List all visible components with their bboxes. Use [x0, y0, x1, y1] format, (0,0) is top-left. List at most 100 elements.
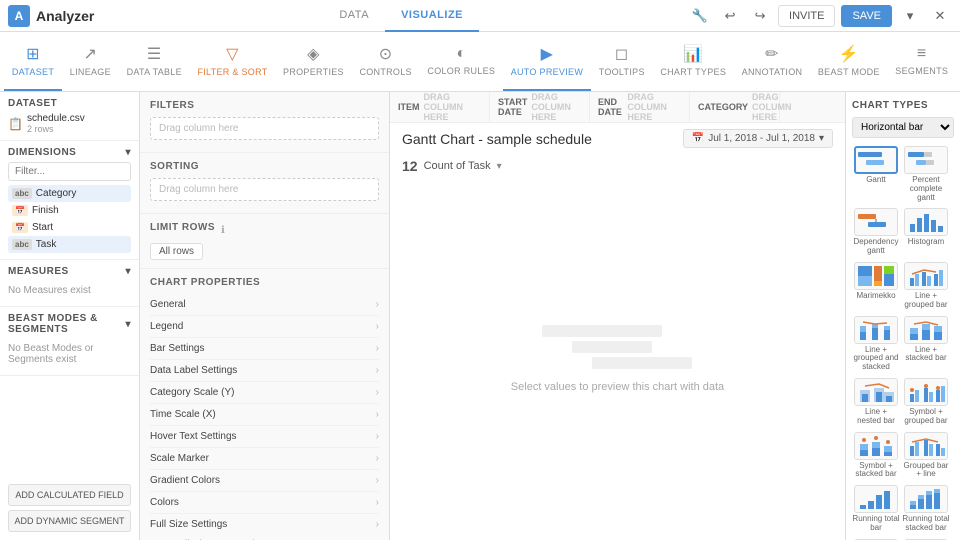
- chart-prop-category-scale[interactable]: Category Scale (Y) ›: [150, 382, 379, 404]
- chart-prop-full-size[interactable]: Full Size Settings ›: [150, 514, 379, 535]
- count-number: 12: [402, 158, 418, 174]
- tooltips-icon: ◻: [615, 44, 629, 64]
- toolbar-lineage[interactable]: ↗ LINEAGE: [62, 33, 119, 91]
- chart-prop-data-label[interactable]: Data Label Settings ›: [150, 360, 379, 382]
- filters-drop-zone[interactable]: Drag column here: [150, 117, 379, 140]
- chart-type-symbol-grouped-bar[interactable]: Symbol + grouped bar: [902, 378, 950, 426]
- app-title: Analyzer: [36, 8, 94, 24]
- close-icon[interactable]: ✕: [928, 4, 952, 28]
- dim-label-task: Task: [36, 239, 57, 250]
- chart-prop-colors[interactable]: Colors ›: [150, 492, 379, 514]
- chart-prop-legend[interactable]: Legend ›: [150, 316, 379, 338]
- calendar-icon: 📅: [692, 133, 704, 144]
- chart-type-marimekko[interactable]: Marimekko: [852, 262, 900, 301]
- date-range-chevron-icon: ▾: [819, 133, 824, 144]
- chart-type-dropdown[interactable]: Horizontal bar: [852, 117, 954, 138]
- dim-item-start[interactable]: 📅 Start: [8, 219, 131, 236]
- sorting-header: SORTING: [150, 161, 379, 172]
- add-calculated-field-button[interactable]: ADD CALCULATED FIELD: [8, 484, 131, 506]
- logo-icon: A: [8, 5, 30, 27]
- nav-tab-data[interactable]: DATA: [323, 0, 385, 32]
- chart-type-line-nested-bar[interactable]: Line + nested bar: [852, 378, 900, 426]
- toolbar-segments[interactable]: ≡ SEGMENTS: [888, 33, 957, 91]
- line-stacked-bar-thumb: [904, 316, 948, 344]
- toolbar-tooltips[interactable]: ◻ TOOLTIPS: [591, 33, 653, 91]
- undo-icon[interactable]: ↩: [718, 4, 742, 28]
- chart-prop-gradient-colors[interactable]: Gradient Colors ›: [150, 470, 379, 492]
- invite-button[interactable]: INVITE: [778, 5, 835, 27]
- category-drop-hint: Drag column here: [752, 92, 792, 122]
- toolbar-color-rules-label: COLOR RULES: [427, 66, 495, 76]
- line-grouped-bar-svg: [906, 264, 946, 288]
- chart-type-running-total-stacked-bar[interactable]: Running total stacked bar: [902, 485, 950, 533]
- chart-type-grouped-bar-line[interactable]: Grouped bar + line: [902, 432, 950, 480]
- redo-icon[interactable]: ↪: [748, 4, 772, 28]
- toolbar-filter-sort[interactable]: ▽ FILTER & SORT: [190, 33, 276, 91]
- toolbar-properties[interactable]: ◈ PROPERTIES: [275, 33, 351, 91]
- toolbar-annotation[interactable]: ✏ ANNOTATION: [734, 33, 810, 91]
- reset-chart-properties-link[interactable]: Reset All Chart Properties: [150, 535, 379, 540]
- toolbar-color-rules[interactable]: ◐ COLOR RULES: [420, 33, 503, 91]
- column-headers: ITEM Drag column here START DATE Drag co…: [390, 92, 845, 123]
- measures-collapse-icon[interactable]: ▾: [125, 266, 131, 277]
- nav-tab-visualize[interactable]: VISUALIZE: [385, 0, 479, 32]
- toolbar-auto-preview[interactable]: ▶ AUTO PREVIEW: [503, 33, 591, 91]
- chevron-right-icon: ›: [376, 409, 379, 420]
- chevron-right-icon: ›: [376, 321, 379, 332]
- chart-type-gantt[interactable]: Gantt: [852, 146, 900, 185]
- dimensions-section: Dimensions ▾ abc Category 📅 Finish 📅 Sta…: [0, 141, 139, 260]
- chevron-right-icon: ›: [376, 431, 379, 442]
- dataset-header: Dataset: [8, 98, 131, 109]
- chart-type-line-grouped-bar[interactable]: Line + grouped bar: [902, 262, 950, 310]
- settings-icon[interactable]: 🔧: [688, 4, 712, 28]
- dependency-gantt-thumb: [854, 208, 898, 236]
- measures-header: Measures ▾: [8, 266, 131, 277]
- toolbar-dataset[interactable]: ⊞ DATASET: [4, 33, 62, 91]
- chart-prop-hover-text[interactable]: Hover Text Settings ›: [150, 426, 379, 448]
- running-total-stacked-bar-label: Running total stacked bar: [902, 515, 950, 533]
- add-dynamic-segment-button[interactable]: ADD DYNAMIC SEGMENT: [8, 510, 131, 532]
- dataset-filename: schedule.csv: [27, 113, 85, 124]
- line-grouped-stacked-label: Line + grouped and stacked: [852, 346, 900, 372]
- chart-prop-time-scale[interactable]: Time Scale (X) ›: [150, 404, 379, 426]
- marimekko-svg: [856, 264, 896, 288]
- limit-rows-value[interactable]: All rows: [150, 243, 203, 260]
- dimension-search-input[interactable]: [8, 162, 131, 181]
- date-range-picker[interactable]: 📅 Jul 1, 2018 - Jul 1, 2018 ▾: [683, 129, 833, 148]
- symbol-stacked-bar-label: Symbol + stacked bar: [852, 462, 900, 480]
- toolbar-data-table[interactable]: ☰ DATA TABLE: [119, 33, 190, 91]
- dataset-icon: ⊞: [26, 44, 40, 64]
- chart-type-percent-gantt[interactable]: Percent complete gantt: [902, 146, 950, 202]
- toolbar-beast-mode[interactable]: ⚡ BEAST MODE: [810, 33, 887, 91]
- properties-icon: ◈: [307, 44, 320, 64]
- auto-preview-icon: ▶: [541, 44, 554, 64]
- toolbar-chart-types[interactable]: 📊 CHART TYPES: [653, 33, 734, 91]
- chart-type-line-stacked-bar[interactable]: Line + stacked bar: [902, 316, 950, 364]
- chart-type-row-6: Symbol + stacked bar: [852, 432, 954, 480]
- beast-collapse-icon[interactable]: ▾: [125, 319, 131, 330]
- sorting-drop-zone[interactable]: Drag column here: [150, 178, 379, 201]
- chart-type-symbol-stacked-bar[interactable]: Symbol + stacked bar: [852, 432, 900, 480]
- dimensions-collapse-icon[interactable]: ▾: [125, 147, 131, 158]
- dim-item-category[interactable]: abc Category: [8, 185, 131, 202]
- count-dropdown-icon[interactable]: ▾: [497, 161, 502, 172]
- toolbar-segments-label: SEGMENTS: [895, 66, 948, 76]
- dim-item-finish[interactable]: 📅 Finish: [8, 202, 131, 219]
- chart-type-line-grouped-stacked[interactable]: Line + grouped and stacked: [852, 316, 900, 372]
- save-button[interactable]: SAVE: [841, 5, 892, 27]
- gantt-placeholder: Select values to preview this chart with…: [511, 325, 724, 393]
- line-nested-bar-thumb: [854, 378, 898, 406]
- toolbar-auto-preview-label: AUTO PREVIEW: [511, 67, 583, 77]
- chart-prop-bar-settings[interactable]: Bar Settings ›: [150, 338, 379, 360]
- toolbar: ⊞ DATASET ↗ LINEAGE ☰ DATA TABLE ▽ FILTE…: [0, 32, 960, 92]
- chart-type-histogram[interactable]: Histogram: [902, 208, 950, 247]
- chart-prop-general[interactable]: General ›: [150, 294, 379, 316]
- chart-prop-scale-marker[interactable]: Scale Marker ›: [150, 448, 379, 470]
- nav-tabs: DATA VISUALIZE: [114, 0, 688, 32]
- dim-item-task[interactable]: abc Task: [8, 236, 131, 253]
- toolbar-controls[interactable]: ⊙ CONTROLS: [352, 33, 420, 91]
- chart-type-running-total-bar[interactable]: Running total bar: [852, 485, 900, 533]
- chart-type-dependency-gantt[interactable]: Dependency gantt: [852, 208, 900, 256]
- more-options-icon[interactable]: ▾: [898, 4, 922, 28]
- col-header-item: ITEM Drag column here: [390, 92, 490, 122]
